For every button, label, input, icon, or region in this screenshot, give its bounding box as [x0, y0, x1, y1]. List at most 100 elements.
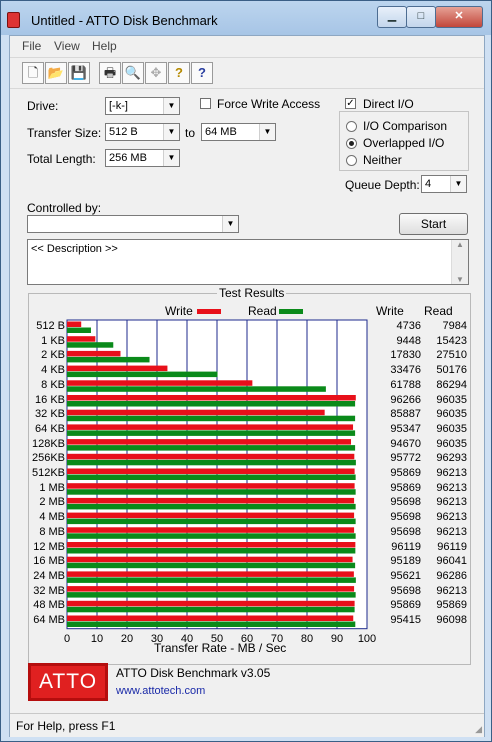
- write-bar: [67, 615, 354, 621]
- minimize-button[interactable]: ▁: [377, 6, 407, 28]
- drive-value: [-k-]: [109, 100, 128, 112]
- read-bar: [67, 445, 356, 451]
- read-bar: [67, 606, 355, 613]
- queue-depth-select[interactable]: 4 ▼: [421, 175, 467, 193]
- write-bar: [67, 586, 355, 592]
- write-value: 95698: [390, 584, 421, 597]
- x-tick-label: 10: [90, 632, 104, 645]
- total-length-select[interactable]: 256 MB ▼: [105, 149, 180, 167]
- write-value: 95772: [390, 452, 421, 465]
- category-label: 512KB: [31, 467, 65, 479]
- menu-view[interactable]: View: [54, 39, 80, 53]
- x-tick-label: 20: [120, 632, 134, 645]
- write-bar: [67, 321, 82, 327]
- website-link[interactable]: www.attotech.com: [116, 685, 205, 697]
- write-bar: [67, 380, 253, 386]
- neither-label: Neither: [363, 153, 402, 167]
- read-value: 96035: [436, 393, 467, 406]
- direct-io-checkbox[interactable]: ✓: [345, 98, 356, 109]
- read-value: 96286: [436, 569, 467, 582]
- transfer-from-value: 512 B: [109, 126, 138, 138]
- read-value: 96035: [436, 437, 467, 450]
- start-button[interactable]: Start: [399, 213, 468, 235]
- save-icon[interactable]: 💾: [68, 62, 90, 84]
- write-value: 95698: [390, 525, 421, 538]
- legend-write-label: Write: [165, 304, 193, 318]
- write-bar: [67, 527, 355, 533]
- write-value: 95869: [390, 599, 421, 612]
- title-bar[interactable]: Untitled - ATTO Disk Benchmark ▁ □ ✕: [1, 1, 491, 35]
- transfer-size-label: Transfer Size:: [27, 126, 102, 140]
- read-bar: [67, 356, 150, 363]
- description-scrollbar[interactable]: ▲ ▼: [451, 240, 468, 284]
- category-label: 1 KB: [41, 334, 65, 347]
- read-bar: [67, 489, 356, 495]
- menu-file[interactable]: File: [22, 39, 41, 53]
- help-icon[interactable]: ?: [168, 62, 190, 84]
- read-value: 96035: [436, 408, 467, 421]
- category-label: 64 MB: [33, 614, 65, 626]
- menu-bar: File View Help: [10, 36, 484, 56]
- read-value: 96098: [436, 614, 467, 626]
- category-label: 1 MB: [39, 481, 65, 494]
- write-value: 95621: [390, 569, 421, 582]
- io-comparison-label: I/O Comparison: [363, 119, 448, 133]
- x-tick-label: 80: [300, 632, 314, 645]
- category-label: 12 MB: [33, 540, 65, 553]
- controlled-by-label: Controlled by:: [27, 201, 102, 215]
- overlapped-io-radio[interactable]: [346, 138, 357, 149]
- read-bar: [67, 503, 356, 510]
- force-write-checkbox[interactable]: [200, 98, 211, 109]
- category-label: 16 KB: [35, 393, 65, 406]
- write-bar: [67, 439, 352, 445]
- category-label: 8 KB: [41, 378, 65, 391]
- description-box[interactable]: << Description >> ▲ ▼: [27, 239, 469, 285]
- io-mode-group: I/O Comparison Overlapped I/O Neither: [339, 111, 469, 171]
- toolbar: 🗋 📂 💾 🖶 🔍 ✥ ? ?: [10, 57, 484, 89]
- context-help-icon[interactable]: ?: [191, 62, 213, 84]
- print-preview-icon[interactable]: 🔍: [122, 62, 144, 84]
- product-version: ATTO Disk Benchmark v3.05: [116, 666, 271, 680]
- read-bar: [67, 577, 356, 583]
- move-icon[interactable]: ✥: [145, 62, 167, 84]
- scroll-down-icon[interactable]: ▼: [456, 275, 464, 284]
- open-folder-icon[interactable]: 📂: [45, 62, 67, 84]
- app-icon: [7, 12, 20, 28]
- transfer-to-value: 64 MB: [205, 126, 237, 138]
- drive-select[interactable]: [-k-] ▼: [105, 97, 180, 115]
- resize-grip-icon[interactable]: ◢: [475, 724, 482, 735]
- chevron-down-icon: ▼: [450, 176, 466, 192]
- x-tick-label: 0: [63, 632, 71, 645]
- read-value: 96213: [436, 481, 467, 494]
- new-file-icon[interactable]: 🗋: [22, 62, 44, 84]
- read-bar: [67, 621, 356, 627]
- drive-label: Drive:: [27, 99, 59, 113]
- maximize-button[interactable]: □: [406, 6, 436, 28]
- total-length-value: 256 MB: [109, 152, 147, 164]
- print-icon[interactable]: 🖶: [99, 62, 121, 84]
- description-text: << Description >>: [31, 243, 118, 255]
- close-button[interactable]: ✕: [435, 6, 483, 28]
- total-length-label: Total Length:: [27, 152, 96, 166]
- write-bar: [67, 468, 355, 474]
- category-label: 4 MB: [39, 511, 65, 524]
- to-label: to: [185, 126, 196, 140]
- chevron-down-icon: ▼: [163, 124, 179, 140]
- neither-radio[interactable]: [346, 155, 357, 166]
- transfer-size-to-select[interactable]: 64 MB ▼: [201, 123, 276, 141]
- write-bar: [67, 512, 355, 519]
- write-bar: [67, 395, 356, 401]
- menu-help[interactable]: Help: [92, 39, 117, 53]
- category-label: 32 MB: [33, 584, 65, 597]
- read-value: 95869: [436, 599, 467, 612]
- read-value: 96213: [436, 511, 467, 524]
- transfer-size-from-select[interactable]: 512 B ▼: [105, 123, 180, 141]
- controlled-by-select[interactable]: ▼: [27, 215, 239, 233]
- read-value: 86294: [436, 378, 467, 391]
- scroll-up-icon[interactable]: ▲: [456, 240, 464, 249]
- read-bar: [67, 592, 356, 598]
- read-value: 96035: [436, 422, 467, 435]
- io-comparison-radio[interactable]: [346, 121, 357, 132]
- write-bar: [67, 424, 354, 430]
- chevron-down-icon: ▼: [163, 150, 179, 166]
